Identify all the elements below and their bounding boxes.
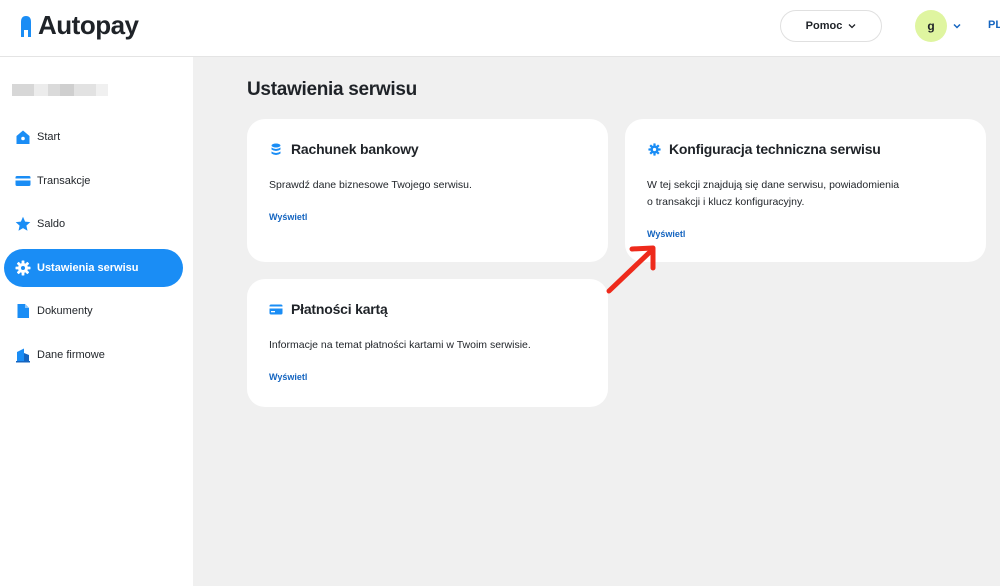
star-icon: [15, 216, 31, 232]
card-header: Rachunek bankowy: [269, 141, 586, 157]
sidebar-item-label: Ustawienia serwisu: [37, 261, 139, 274]
sidebar-item-label: Dokumenty: [37, 305, 93, 317]
sidebar-nav: Start Transakcje Saldo Ustawienia serwis…: [4, 118, 183, 379]
card-title: Płatności kartą: [291, 301, 388, 317]
card-title: Rachunek bankowy: [291, 141, 419, 157]
user-avatar[interactable]: g: [915, 10, 947, 42]
sidebar-item-saldo[interactable]: Saldo: [4, 205, 183, 243]
sidebar-item-label: Dane firmowe: [37, 348, 105, 361]
card-header: Płatności kartą: [269, 301, 586, 317]
logo-text: Autopay: [38, 10, 139, 40]
card-header: Konfiguracja techniczna serwisu: [647, 141, 964, 157]
card-description: Informacje na temat płatności kartami w …: [269, 339, 531, 351]
credit-card-icon: [269, 302, 283, 316]
card-konfiguracja-techniczna: Konfiguracja techniczna serwisu W tej se…: [625, 119, 986, 262]
autopay-logo[interactable]: Autopay: [19, 10, 139, 41]
sidebar-item-dane-firmowe[interactable]: Dane firmowe: [4, 336, 183, 374]
view-link[interactable]: Wyświetl: [269, 212, 307, 222]
annotation-arrow-icon: [606, 245, 656, 294]
top-header: Autopay Pomoc g PL: [0, 0, 1000, 57]
sidebar-item-label: Saldo: [37, 218, 66, 230]
card-icon: [15, 173, 31, 189]
card-description: Sprawdź dane biznesowe Twojego serwisu.: [269, 179, 472, 191]
coins-icon: [269, 142, 283, 156]
page-title: Ustawienia serwisu: [247, 79, 417, 100]
sidebar-item-label: Start: [37, 131, 61, 143]
gear-icon: [647, 142, 661, 156]
logo-mark-icon: [21, 15, 31, 37]
card-rachunek-bankowy: Rachunek bankowy Sprawdź dane biznesowe …: [247, 119, 608, 262]
sidebar-item-transakcje[interactable]: Transakcje: [4, 162, 183, 200]
help-button[interactable]: Pomoc: [780, 10, 882, 42]
view-link[interactable]: Wyświetl: [269, 372, 307, 382]
card-description-line: W tej sekcji znajdują się dane serwisu, …: [647, 179, 900, 191]
card-title: Konfiguracja techniczna serwisu: [669, 141, 881, 157]
card-platnosci-karta: Płatności kartą Informacje na temat płat…: [247, 279, 608, 407]
gear-icon: [15, 260, 31, 276]
avatar-initial: g: [927, 19, 935, 33]
sidebar-item-start[interactable]: Start: [4, 118, 183, 156]
sidebar: Start Transakcje Saldo Ustawienia serwis…: [0, 57, 193, 586]
sidebar-item-dokumenty[interactable]: Dokumenty: [4, 292, 183, 330]
document-icon: [15, 303, 31, 319]
building-icon: [15, 347, 31, 363]
language-switcher[interactable]: PL: [988, 19, 1000, 31]
card-description: W tej sekcji znajdują się dane serwisu, …: [647, 177, 964, 211]
sidebar-item-ustawienia-serwisu[interactable]: Ustawienia serwisu: [4, 248, 183, 287]
help-button-label: Pomoc: [805, 20, 843, 32]
account-chevron-down-icon[interactable]: [952, 21, 962, 31]
card-description-line: o transakcji i klucz konfiguracyjny.: [647, 196, 805, 208]
merchant-name-redacted: [12, 84, 108, 96]
sidebar-item-label: Transakcje: [37, 174, 91, 187]
home-icon: [15, 129, 31, 145]
chevron-down-icon: [848, 24, 856, 29]
